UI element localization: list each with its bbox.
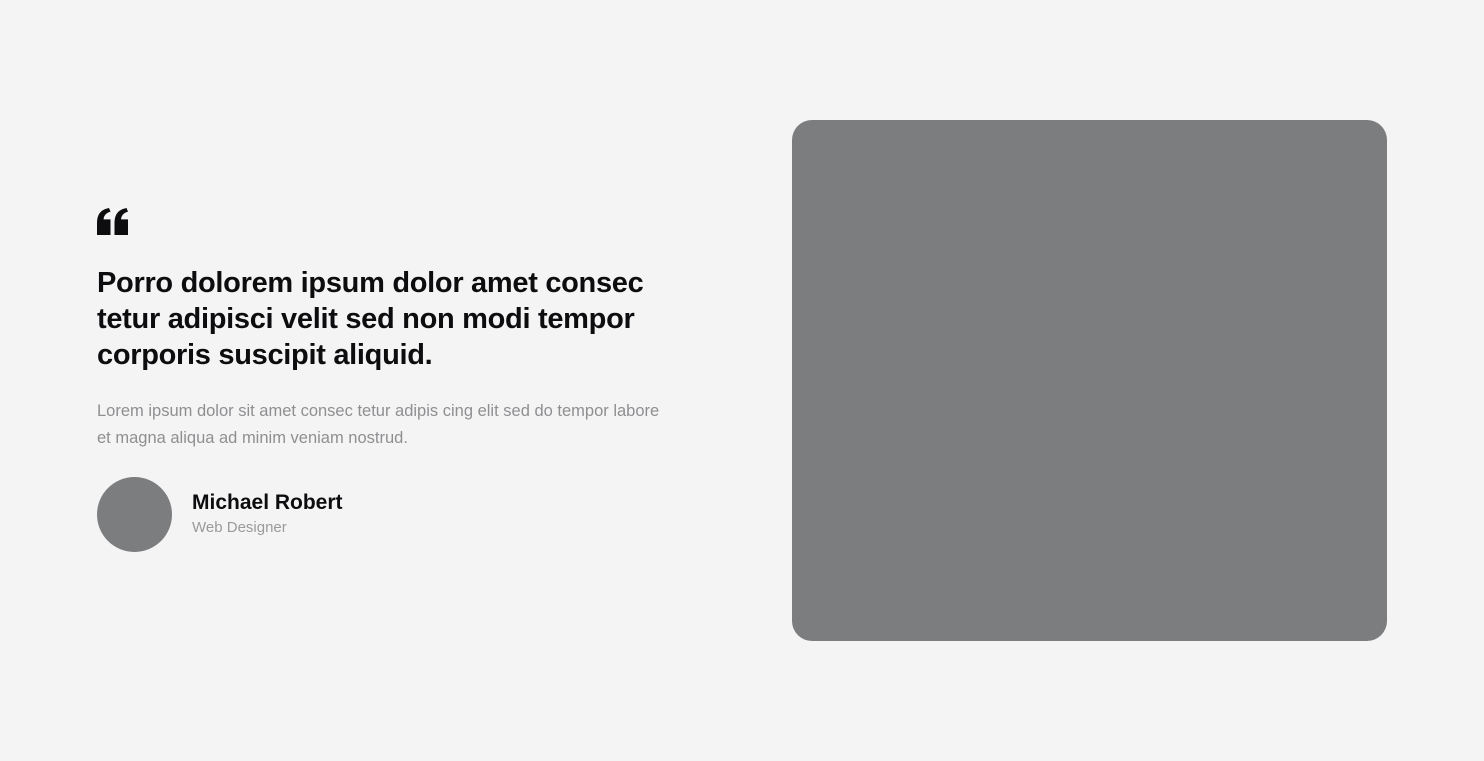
testimonial-quote: Porro dolorem ipsum dolor amet consec te… <box>97 267 644 371</box>
author-info: Michael Robert Web Designer <box>192 490 343 538</box>
quote-open-icon <box>97 208 128 235</box>
testimonial-section: Porro dolorem ipsum dolor amet consec te… <box>97 208 697 552</box>
author-role: Web Designer <box>192 518 287 536</box>
testimonial-description: Lorem ipsum dolor sit amet consec tetur … <box>97 402 660 447</box>
avatar <box>97 477 172 552</box>
image-placeholder <box>792 120 1387 641</box>
author-block: Michael Robert Web Designer <box>97 477 343 552</box>
author-name: Michael Robert <box>192 490 343 514</box>
